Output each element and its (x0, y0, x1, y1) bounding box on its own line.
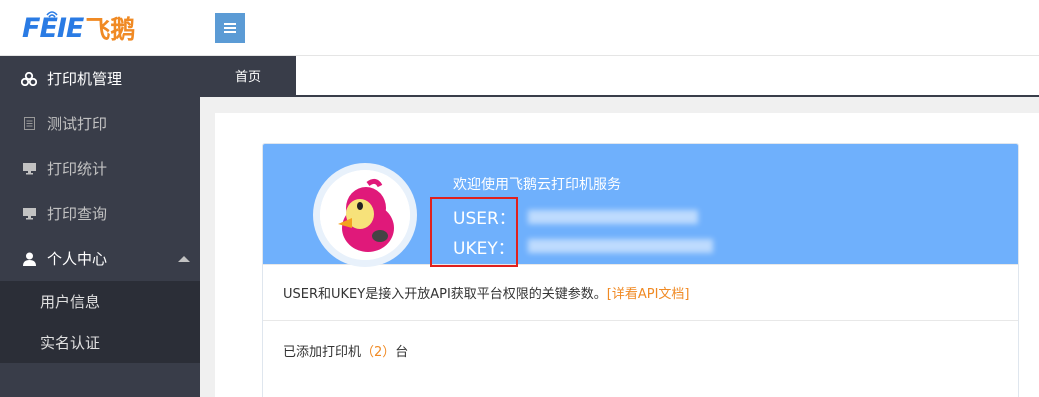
avatar (313, 163, 417, 267)
sidebar-subitem-verification[interactable]: 实名认证 (0, 322, 200, 363)
highlight-box (430, 197, 518, 267)
monitor-icon (20, 207, 38, 220)
ukey-value-redacted (528, 239, 713, 253)
tab-bar: 首页 (200, 56, 1039, 97)
sidebar-item-label: 打印查询 (47, 205, 108, 223)
printer-count-suffix: 台 (395, 345, 409, 360)
user-value-redacted (528, 210, 698, 224)
sidebar: 打印机管理 测试打印 打印统计 打印查询 个人中心 用户信息 实名认证 (0, 56, 200, 397)
sidebar-subnav: 用户信息 实名认证 (0, 281, 200, 363)
caret-up-icon (178, 256, 190, 262)
monitor-icon (20, 162, 38, 175)
sidebar-item-label: 打印统计 (47, 160, 108, 178)
sidebar-item-printer-management[interactable]: 打印机管理 (0, 56, 200, 101)
card-header: 欢迎使用飞鹅云打印机服务 USER： UKEY： (263, 144, 1018, 267)
sidebar-subitem-label: 实名认证 (40, 334, 101, 352)
logo[interactable]: FEIE 飞鹅 (22, 10, 135, 46)
logo-text-cn: 飞鹅 (85, 15, 136, 44)
printer-count-row: 已添加打印机 （2） 台 (263, 320, 1018, 380)
sidebar-item-label: 个人中心 (47, 250, 108, 268)
welcome-text: 欢迎使用飞鹅云打印机服务 (453, 177, 621, 193)
cubes-icon (20, 71, 38, 86)
account-card: 欢迎使用飞鹅云打印机服务 USER： UKEY： USER和UKEY是接入开放A… (262, 143, 1019, 397)
sidebar-item-test-print[interactable]: 测试打印 (0, 101, 200, 146)
sidebar-item-personal-center[interactable]: 个人中心 (0, 236, 200, 281)
sidebar-item-print-query[interactable]: 打印查询 (0, 191, 200, 236)
printer-count-value[interactable]: （2） (361, 341, 395, 360)
wifi-icon (46, 11, 58, 20)
sidebar-item-print-stats[interactable]: 打印统计 (0, 146, 200, 191)
api-doc-link[interactable]: [详看API文档] (607, 283, 690, 302)
mascot-icon (320, 170, 410, 260)
sidebar-subitem-label: 用户信息 (40, 293, 101, 311)
menu-toggle-button[interactable] (215, 13, 245, 43)
api-info-row: USER和UKEY是接入开放API获取平台权限的关键参数。 [详看API文档] (263, 264, 1018, 320)
top-header: FEIE 飞鹅 (0, 0, 1039, 56)
main-content: 欢迎使用飞鹅云打印机服务 USER： UKEY： USER和UKEY是接入开放A… (215, 113, 1039, 397)
api-info-text: USER和UKEY是接入开放API获取平台权限的关键参数。 (283, 287, 607, 302)
tab-label: 首页 (234, 70, 261, 85)
user-icon (20, 252, 38, 266)
printer-count-prefix: 已添加打印机 (283, 345, 362, 360)
tab-home[interactable]: 首页 (200, 56, 296, 95)
sidebar-subitem-user-info[interactable]: 用户信息 (0, 281, 200, 322)
sidebar-item-label: 测试打印 (47, 115, 108, 133)
hamburger-icon (224, 23, 236, 33)
document-icon (20, 117, 38, 130)
sidebar-item-label: 打印机管理 (47, 70, 123, 88)
